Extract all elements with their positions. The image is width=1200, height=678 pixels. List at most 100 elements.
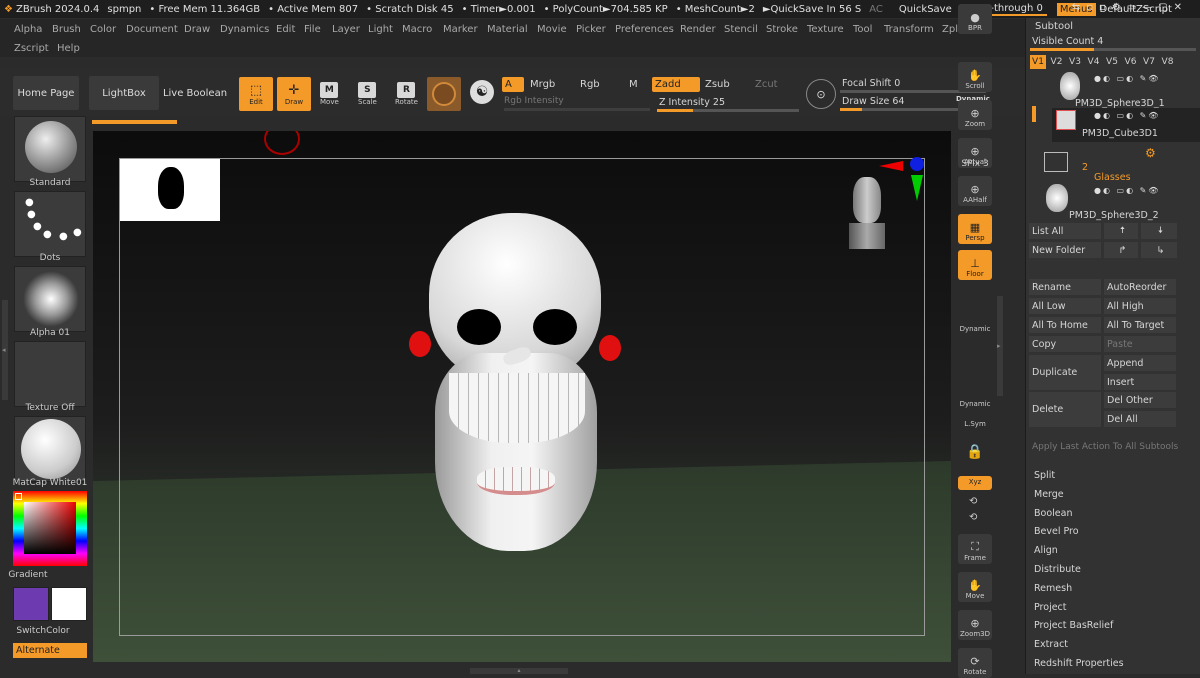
move-folder-up-button[interactable]: ↱	[1104, 242, 1138, 258]
menu-texture[interactable]: Texture	[807, 24, 844, 35]
scroll-button[interactable]: ✋ Scroll	[958, 62, 992, 92]
menu-zscript[interactable]: Zscript	[14, 43, 49, 54]
texture-button[interactable]	[14, 341, 86, 407]
subtool-action-bevel-pro[interactable]: Bevel Pro	[1034, 526, 1079, 537]
dots-stroke-button[interactable]: ● ● ● ● ● ●	[14, 191, 86, 257]
cube-visibility-toggles-icon[interactable]: ●◐ ▭◐ ✎👁	[1094, 111, 1160, 120]
menu-layer[interactable]: Layer	[332, 24, 360, 35]
delete-button[interactable]: Delete	[1029, 392, 1101, 427]
window-controls[interactable]: ⇆▫▫⚙▭—▢✕	[1072, 2, 1188, 13]
lightbox-button[interactable]: LightBox	[89, 76, 159, 110]
right-tray-handle[interactable]: ▸	[997, 296, 1003, 396]
color-sphere-icon[interactable]: ☯	[470, 80, 494, 104]
lazy-mouse-icon[interactable]: ⊙	[806, 79, 836, 109]
tab-v2[interactable]: V2	[1049, 55, 1065, 69]
canvas-viewport[interactable]	[93, 131, 951, 662]
quicksave-button[interactable]: QuickSave	[899, 4, 952, 15]
menu-preferences[interactable]: Preferences	[615, 24, 674, 35]
del-other-button[interactable]: Del Other	[1104, 392, 1176, 408]
subtool-action-distribute[interactable]: Distribute	[1034, 564, 1081, 575]
tab-v6[interactable]: V6	[1123, 55, 1139, 69]
alternate-button[interactable]: Alternate	[13, 643, 87, 658]
subtool-action-redshift-properties[interactable]: Redshift Properties	[1034, 658, 1124, 669]
3d-mask-model[interactable]	[409, 213, 621, 551]
subtool-action-merge[interactable]: Merge	[1034, 489, 1064, 500]
home-page-button[interactable]: Home Page	[13, 76, 79, 110]
frame-button[interactable]: ⛶ Frame	[958, 534, 992, 564]
tab-v7[interactable]: V7	[1141, 55, 1157, 69]
insert-button[interactable]: Insert	[1104, 374, 1176, 390]
color-picker-square[interactable]	[24, 502, 76, 554]
lock-icon[interactable]: 🔒	[963, 444, 987, 468]
m-button[interactable]: M	[629, 79, 638, 90]
menu-edit[interactable]: Edit	[276, 24, 295, 35]
gradient-label[interactable]: Gradient	[0, 570, 66, 580]
bottom-tray-handle[interactable]: ▴	[470, 668, 568, 674]
spix-slider[interactable]: SPix 3	[955, 159, 995, 169]
copy-button[interactable]: Copy	[1029, 336, 1101, 352]
edit-button[interactable]: ⬚ Edit	[239, 77, 273, 111]
subtool-action-boolean[interactable]: Boolean	[1034, 508, 1072, 519]
switchcolor-button[interactable]: SwitchColor	[5, 626, 81, 636]
move-button[interactable]: M Move	[320, 82, 339, 106]
tab-v3[interactable]: V3	[1067, 55, 1083, 69]
menu-tool[interactable]: Tool	[853, 24, 872, 35]
lsym-button[interactable]: L.Sym	[955, 420, 995, 428]
material-button[interactable]	[14, 416, 86, 482]
subtool-action-extract[interactable]: Extract	[1034, 639, 1068, 650]
visibility-toggles-icon[interactable]: ●◐ ▭◐ ✎👁	[1094, 74, 1160, 83]
alpha-button[interactable]	[14, 266, 86, 332]
menu-color[interactable]: Color	[90, 24, 116, 35]
menu-alpha[interactable]: Alpha	[14, 24, 42, 35]
paste-button[interactable]: Paste	[1104, 336, 1176, 352]
rename-button[interactable]: Rename	[1029, 279, 1101, 295]
menu-stroke[interactable]: Stroke	[766, 24, 798, 35]
subtool-action-project-basrelief[interactable]: Project BasRelief	[1034, 620, 1113, 631]
floor-button[interactable]: ⊥ Floor	[958, 250, 992, 280]
move-down-button[interactable]: 🠇	[1141, 223, 1177, 239]
duplicate-button[interactable]: Duplicate	[1029, 355, 1101, 390]
subtool-scrollbar[interactable]	[1032, 106, 1036, 122]
menu-macro[interactable]: Macro	[402, 24, 432, 35]
subtool-item-cube[interactable]: ●◐ ▭◐ ✎👁 PM3D_Cube3D1	[1052, 108, 1200, 142]
tab-v5[interactable]: V5	[1104, 55, 1120, 69]
rotate-button[interactable]: R Rotate	[395, 82, 418, 106]
zoom-button[interactable]: ⊕ Zoom	[958, 100, 992, 130]
auto-reorder-button[interactable]: AutoReorder	[1104, 279, 1176, 295]
visible-count-slider[interactable]: Visible Count 4	[1032, 36, 1103, 47]
subtool-item-sphere1[interactable]: ●◐ ▭◐ ✎👁 PM3D_Sphere3D_1	[1056, 72, 1200, 110]
color-picker[interactable]	[13, 491, 87, 566]
del-all-button[interactable]: Del All	[1104, 411, 1176, 427]
axis-gizmo[interactable]	[879, 157, 924, 203]
primary-color-swatch[interactable]	[13, 587, 49, 621]
zoom3d-button[interactable]: ⊕ Zoom3D	[958, 610, 992, 640]
tab-v4[interactable]: V4	[1086, 55, 1102, 69]
bpr-button[interactable]: ● BPR	[958, 4, 992, 34]
aahalf-button[interactable]: ⊕ AAHalf	[958, 176, 992, 206]
menu-light[interactable]: Light	[368, 24, 393, 35]
all-high-button[interactable]: All High	[1104, 298, 1176, 314]
zcut-button[interactable]: Zcut	[755, 79, 778, 90]
subtool-action-split[interactable]: Split	[1034, 470, 1055, 481]
material-preview-button[interactable]	[427, 77, 461, 111]
list-all-button[interactable]: List All	[1029, 223, 1101, 239]
rgb-intensity-slider[interactable]: Rgb Intensity	[504, 96, 564, 106]
all-to-target-button[interactable]: All To Target	[1104, 317, 1176, 333]
move-folder-down-button[interactable]: ↳	[1141, 242, 1177, 258]
tab-v1[interactable]: V1	[1030, 55, 1046, 69]
scale-button[interactable]: S Scale	[358, 82, 377, 106]
all-to-home-button[interactable]: All To Home	[1029, 317, 1101, 333]
move-up-button[interactable]: 🠅	[1104, 223, 1138, 239]
subtool-item-sphere2[interactable]: ●◐ ▭◐ ✎👁 PM3D_Sphere3D_2	[1046, 182, 1200, 222]
left-tray-handle[interactable]: ◂	[2, 300, 8, 400]
rotate-y-icon[interactable]: ⟲	[969, 496, 977, 507]
draw-size-slider[interactable]: Draw Size 64	[842, 96, 904, 107]
menu-transform[interactable]: Transform	[884, 24, 934, 35]
mrgb-button[interactable]: Mrgb	[530, 79, 555, 90]
new-folder-button[interactable]: New Folder	[1029, 242, 1101, 258]
rgb-button[interactable]: Rgb	[580, 79, 600, 90]
menu-help[interactable]: Help	[57, 43, 80, 54]
focal-shift-slider[interactable]: Focal Shift 0	[842, 78, 900, 89]
tab-v8[interactable]: V8	[1160, 55, 1176, 69]
draw-button[interactable]: ✛ Draw	[277, 77, 311, 111]
